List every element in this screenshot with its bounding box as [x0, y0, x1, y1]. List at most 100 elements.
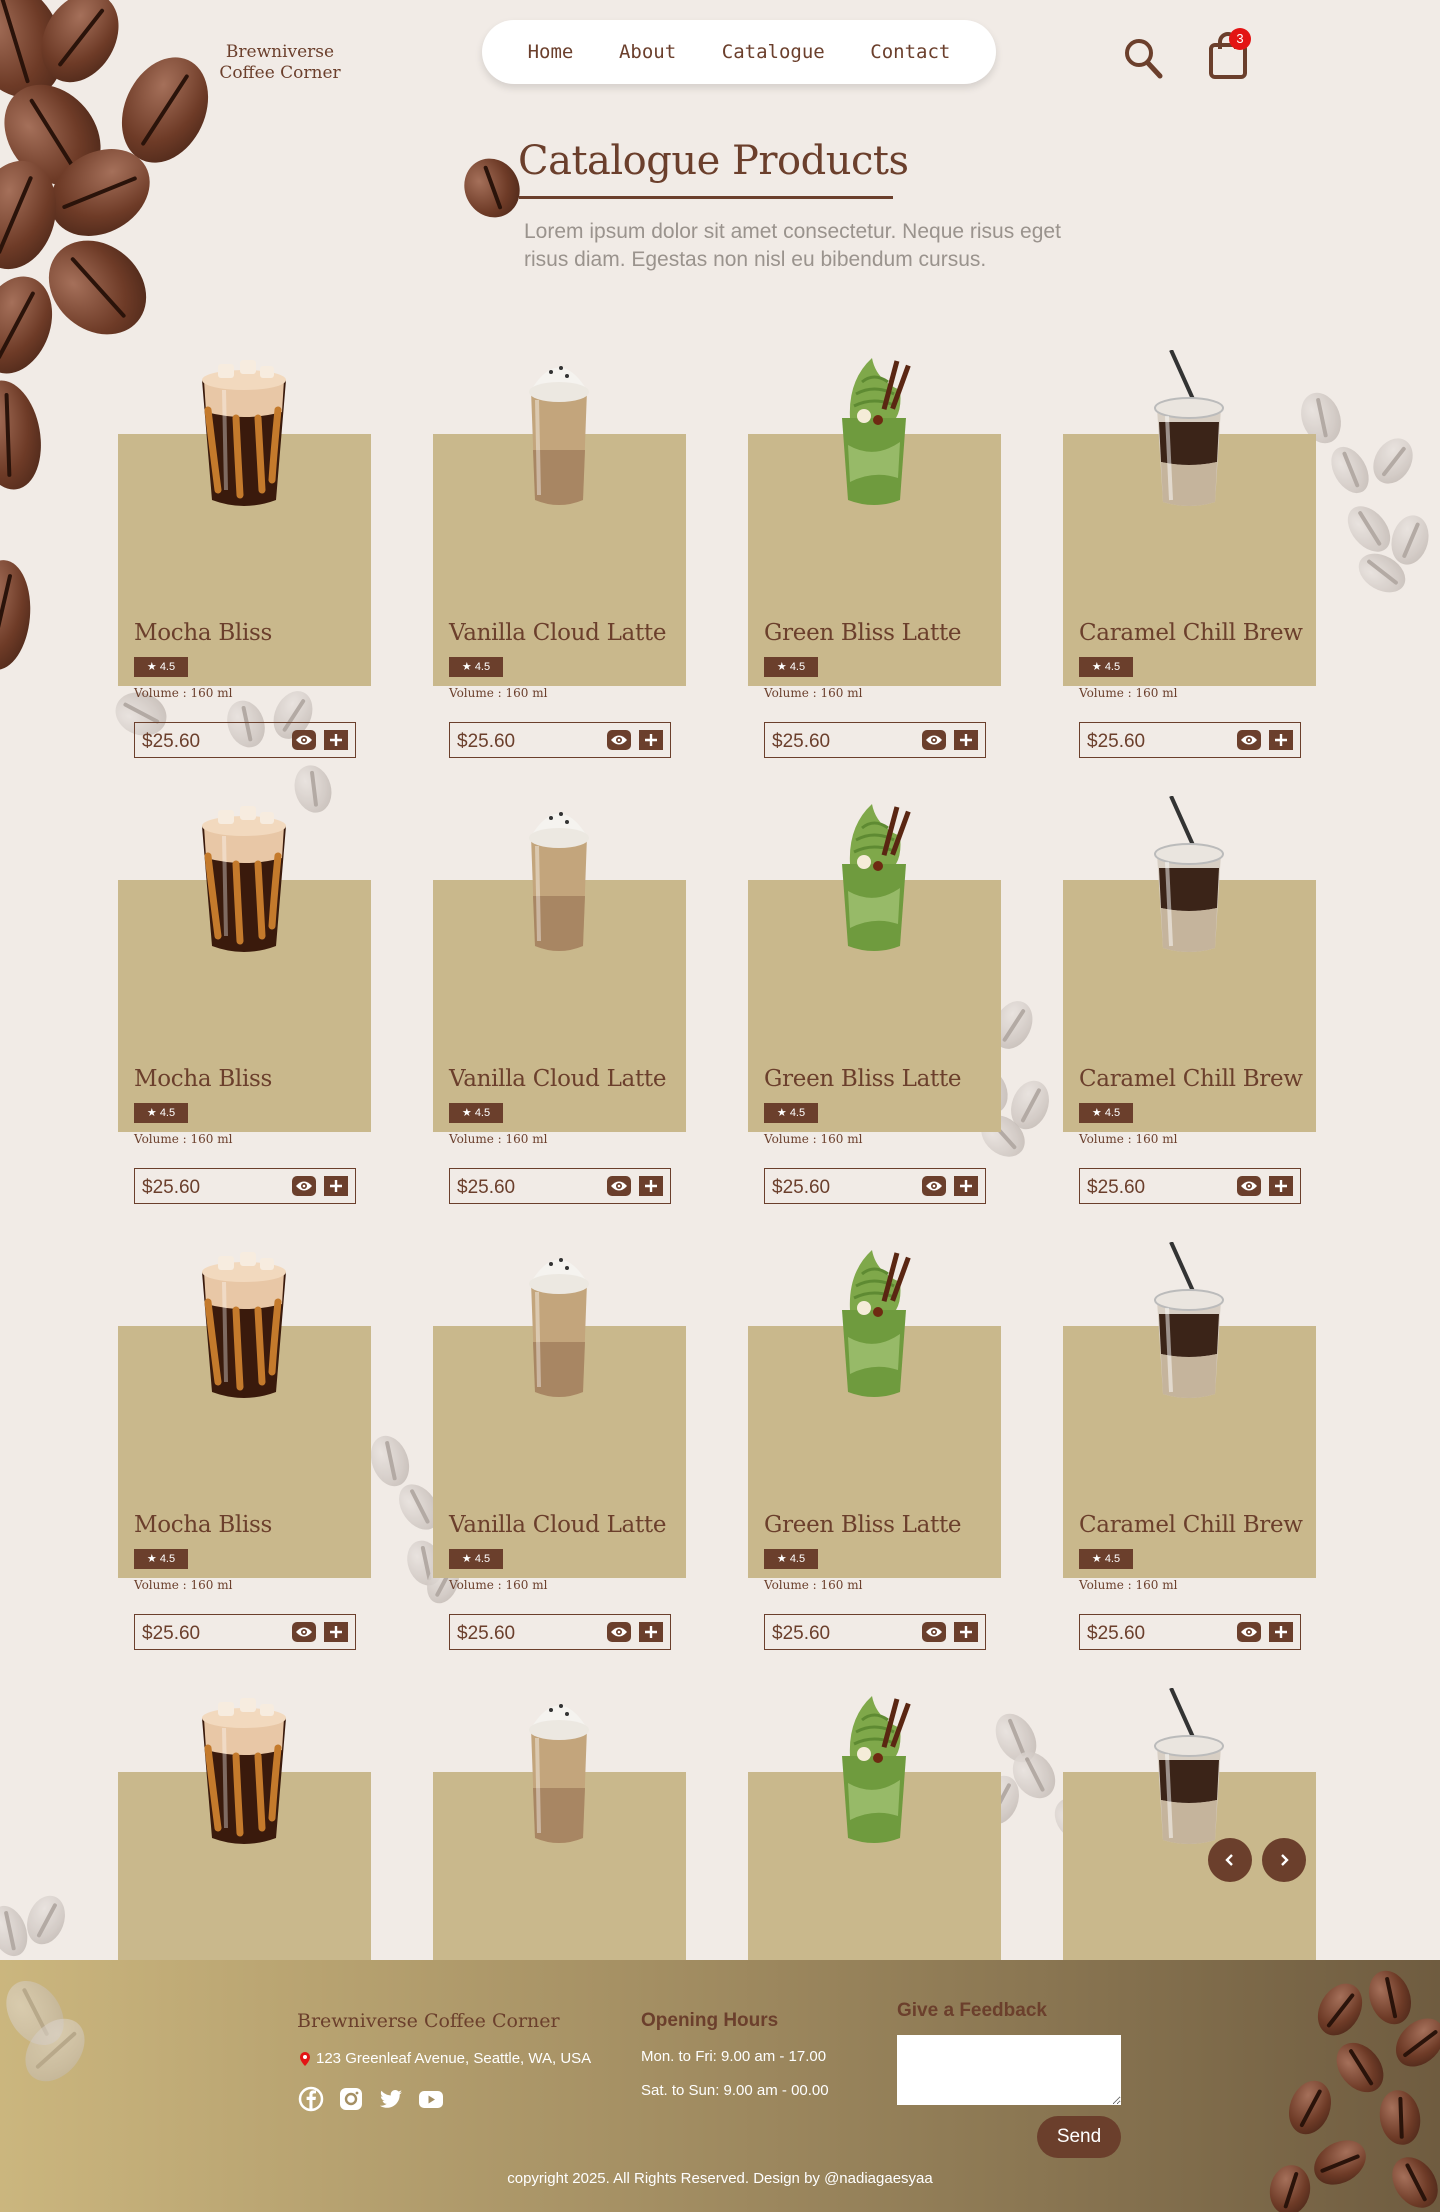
product-name[interactable]: Green Bliss Latte	[764, 1512, 962, 1538]
view-button[interactable]	[292, 1622, 316, 1642]
add-to-cart-button[interactable]	[324, 1176, 348, 1196]
add-to-cart-button[interactable]	[639, 730, 663, 750]
view-button[interactable]	[607, 1176, 631, 1196]
mocha-drink-image[interactable]	[174, 1242, 314, 1410]
add-to-cart-button[interactable]	[639, 1176, 663, 1196]
add-to-cart-button[interactable]	[954, 1622, 978, 1642]
prev-page-button[interactable]	[1208, 1838, 1252, 1882]
feedback-title: Give a Feedback	[897, 2000, 1047, 2021]
star-icon: ★	[461, 661, 472, 673]
rating-value: 4.5	[789, 1553, 806, 1565]
add-to-cart-button[interactable]	[1269, 730, 1293, 750]
vanilla-drink-image[interactable]	[489, 350, 629, 518]
caramel-drink-image[interactable]	[1119, 1687, 1259, 1856]
add-to-cart-button[interactable]	[324, 1622, 348, 1642]
caramel-drink-image[interactable]	[1119, 795, 1259, 964]
nav-contact[interactable]: Contact	[870, 41, 950, 63]
vanilla-drink-image[interactable]	[489, 1242, 629, 1410]
coffee-bean-decoration	[29, 221, 166, 354]
eye-icon	[1241, 1627, 1257, 1637]
green-drink-image[interactable]	[804, 1688, 944, 1856]
green-drink-image[interactable]	[804, 1242, 944, 1410]
rating-badge: ★ 4.5	[1079, 1103, 1133, 1123]
product-volume: Volume : 160 ml	[134, 1132, 233, 1146]
plus-icon	[645, 734, 657, 746]
vanilla-drink-image[interactable]	[489, 796, 629, 964]
view-button[interactable]	[1237, 1176, 1261, 1196]
add-to-cart-button[interactable]	[1269, 1176, 1293, 1196]
product-price: $25.60	[1087, 1623, 1146, 1644]
twitter-icon[interactable]	[378, 2086, 404, 2112]
view-button[interactable]	[1237, 730, 1261, 750]
nav-home[interactable]: Home	[528, 41, 574, 63]
mocha-drink-image[interactable]	[174, 1688, 314, 1856]
rating-value: 4.5	[1104, 1553, 1121, 1565]
product-name[interactable]: Vanilla Cloud Latte	[449, 1512, 666, 1538]
product-card: Green Bliss Latte ★ 4.5 Volume : 160 ml …	[748, 350, 1001, 758]
product-card: Vanilla Cloud Latte ★ 4.5 Volume : 160 m…	[433, 350, 686, 758]
coffee-bean-decoration	[1281, 2074, 1339, 2141]
product-name[interactable]: Caramel Chill Brew	[1079, 1512, 1303, 1538]
product-name[interactable]: Caramel Chill Brew	[1079, 1066, 1303, 1092]
view-button[interactable]	[292, 1176, 316, 1196]
rating-badge: ★ 4.5	[134, 657, 188, 677]
product-price: $25.60	[772, 1623, 831, 1644]
rating-badge: ★ 4.5	[764, 1103, 818, 1123]
eye-icon	[296, 1181, 312, 1191]
star-icon: ★	[1091, 1553, 1102, 1565]
product-name[interactable]: Green Bliss Latte	[764, 1066, 962, 1092]
product-name[interactable]: Caramel Chill Brew	[1079, 620, 1303, 646]
product-name[interactable]: Mocha Bliss	[134, 1066, 272, 1092]
coffee-bean-decoration	[1327, 2033, 1393, 2102]
footer-brand: Brewniverse Coffee Corner	[297, 2010, 560, 2032]
view-button[interactable]	[292, 730, 316, 750]
view-button[interactable]	[607, 730, 631, 750]
brand-logo-text[interactable]: Brewniverse Coffee Corner	[200, 42, 360, 84]
star-icon: ★	[146, 1553, 157, 1565]
product-name[interactable]: Vanilla Cloud Latte	[449, 1066, 666, 1092]
send-button[interactable]: Send	[1037, 2116, 1121, 2158]
eye-icon	[296, 1627, 312, 1637]
footer: Brewniverse Coffee Corner 123 Greenleaf …	[0, 1960, 1440, 2212]
instagram-icon[interactable]	[338, 2086, 364, 2112]
vanilla-drink-image[interactable]	[489, 1688, 629, 1856]
add-to-cart-button[interactable]	[639, 1622, 663, 1642]
product-name[interactable]: Mocha Bliss	[134, 1512, 272, 1538]
product-grid: Mocha Bliss ★ 4.5 Volume : 160 ml $25.60	[118, 349, 1316, 2096]
plus-icon	[960, 1626, 972, 1638]
product-volume: Volume : 160 ml	[764, 1132, 863, 1146]
add-to-cart-button[interactable]	[954, 1176, 978, 1196]
green-drink-image[interactable]	[804, 796, 944, 964]
nav-catalogue[interactable]: Catalogue	[722, 41, 825, 63]
add-to-cart-button[interactable]	[1269, 1622, 1293, 1642]
product-name[interactable]: Vanilla Cloud Latte	[449, 620, 666, 646]
mocha-drink-image[interactable]	[174, 350, 314, 518]
search-icon[interactable]	[1123, 37, 1163, 79]
view-button[interactable]	[922, 1622, 946, 1642]
add-to-cart-button[interactable]	[324, 730, 348, 750]
view-button[interactable]	[1237, 1622, 1261, 1642]
caramel-drink-image[interactable]	[1119, 1241, 1259, 1410]
product-name[interactable]: Green Bliss Latte	[764, 620, 962, 646]
coffee-bean-decoration	[1361, 1964, 1419, 2031]
view-button[interactable]	[922, 1176, 946, 1196]
caramel-drink-image[interactable]	[1119, 349, 1259, 518]
product-card: Green Bliss Latte ★ 4.5 Volume : 160 ml …	[748, 796, 1001, 1204]
add-to-cart-button[interactable]	[954, 730, 978, 750]
view-button[interactable]	[607, 1622, 631, 1642]
plus-icon	[960, 734, 972, 746]
feedback-input[interactable]	[897, 2035, 1121, 2105]
product-name[interactable]: Mocha Bliss	[134, 620, 272, 646]
mocha-drink-image[interactable]	[174, 796, 314, 964]
facebook-icon[interactable]	[298, 2086, 324, 2112]
green-drink-image[interactable]	[804, 350, 944, 518]
footer-address: 123 Greenleaf Avenue, Seattle, WA, USA	[300, 2050, 591, 2067]
next-page-button[interactable]	[1262, 1838, 1306, 1882]
nav-about[interactable]: About	[619, 41, 676, 63]
youtube-icon[interactable]	[418, 2086, 444, 2112]
view-button[interactable]	[922, 730, 946, 750]
product-card: Caramel Chill Brew ★ 4.5 Volume : 160 ml…	[1063, 1241, 1316, 1650]
product-price: $25.60	[457, 1623, 516, 1644]
eye-icon	[611, 1181, 627, 1191]
plus-icon	[330, 1626, 342, 1638]
